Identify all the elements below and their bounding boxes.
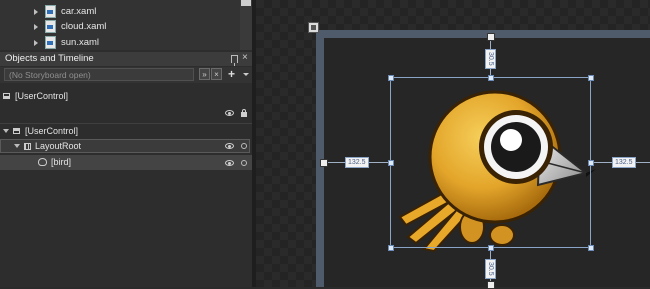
grid-icon [24, 142, 31, 150]
bottom-margin-label: 30.5 [485, 259, 496, 279]
files-scrollbar[interactable] [240, 0, 252, 50]
collapse-arrow-icon[interactable] [3, 129, 9, 133]
close-icon[interactable]: × [242, 52, 248, 63]
right-margin-label: 132.5 [612, 157, 636, 168]
bottom-anchor-handle[interactable] [487, 281, 495, 289]
xaml-file-icon [45, 36, 56, 49]
tree-label: [bird] [51, 157, 72, 167]
tree-item-usercontrol[interactable]: [UserControl] [3, 124, 78, 138]
expand-arrow-icon[interactable] [34, 8, 38, 15]
project-files-list: car.xaml cloud.xaml sun.xaml [0, 0, 240, 50]
usercontrol-icon [13, 128, 20, 134]
collapse-arrow-icon[interactable] [14, 144, 20, 148]
resize-handle-sw[interactable] [388, 245, 394, 251]
storyboard-close-button[interactable]: × [211, 68, 222, 80]
file-name: cloud.xaml [61, 21, 107, 32]
storyboard-expand-button[interactable]: » [199, 68, 210, 80]
storyboard-bar: (No Storyboard open) » × + [0, 67, 252, 83]
top-anchor-handle[interactable] [487, 33, 495, 41]
resize-handle-n[interactable] [488, 75, 494, 81]
lock-toggle-dot-icon[interactable] [241, 160, 247, 166]
lock-icon[interactable] [241, 109, 247, 117]
top-margin-label: 30.5 [485, 49, 496, 69]
resize-handle-e[interactable] [588, 160, 594, 166]
files-scroll-thumb[interactable] [241, 0, 251, 6]
left-margin-label: 132.5 [345, 157, 369, 168]
resize-handle-nw[interactable] [388, 75, 394, 81]
file-item-sun[interactable]: sun.xaml [34, 35, 99, 50]
panel-title: Objects and Timeline [5, 53, 94, 64]
usercontrol-instance-icon [38, 158, 47, 166]
selection-bounds[interactable] [390, 77, 591, 248]
tree-label: [UserControl] [25, 126, 79, 136]
tree-label: LayoutRoot [35, 141, 82, 151]
design-canvas[interactable]: 30.5 30.5 132.5 132.5 [256, 0, 650, 289]
expand-arrow-icon[interactable] [34, 23, 38, 30]
storyboard-select[interactable]: (No Storyboard open) [4, 68, 194, 81]
left-panel: car.xaml cloud.xaml sun.xaml Objects and… [0, 0, 252, 287]
file-name: sun.xaml [61, 37, 100, 48]
scope-label: [UserControl] [15, 91, 69, 101]
expand-arrow-icon[interactable] [34, 39, 38, 46]
xaml-file-icon [45, 5, 56, 18]
left-anchor-handle[interactable] [320, 159, 328, 167]
tree-item-layoutroot[interactable]: LayoutRoot [14, 139, 81, 153]
resize-handle-se[interactable] [588, 245, 594, 251]
resize-handle-ne[interactable] [588, 75, 594, 81]
eye-icon[interactable] [225, 143, 234, 149]
file-item-car[interactable]: car.xaml [34, 4, 96, 19]
file-name: car.xaml [61, 6, 97, 17]
resize-handle-s[interactable] [488, 245, 494, 251]
storyboard-menu-caret-icon[interactable] [243, 73, 249, 76]
xaml-file-icon [45, 20, 56, 33]
file-item-cloud[interactable]: cloud.xaml [34, 19, 106, 34]
resize-handle-w[interactable] [388, 160, 394, 166]
tree-item-bird[interactable]: [bird] [38, 155, 71, 169]
new-storyboard-button[interactable]: + [228, 67, 235, 81]
eye-icon[interactable] [225, 110, 234, 116]
lock-toggle-dot-icon[interactable] [241, 143, 247, 149]
artboard-grid-icon[interactable] [308, 22, 319, 33]
scope-up-icon[interactable] [3, 93, 10, 99]
objects-panel-header: Objects and Timeline × [0, 52, 252, 66]
pin-icon[interactable] [231, 55, 238, 66]
scope-item[interactable]: [UserControl] [3, 89, 68, 103]
eye-icon[interactable] [225, 160, 234, 166]
